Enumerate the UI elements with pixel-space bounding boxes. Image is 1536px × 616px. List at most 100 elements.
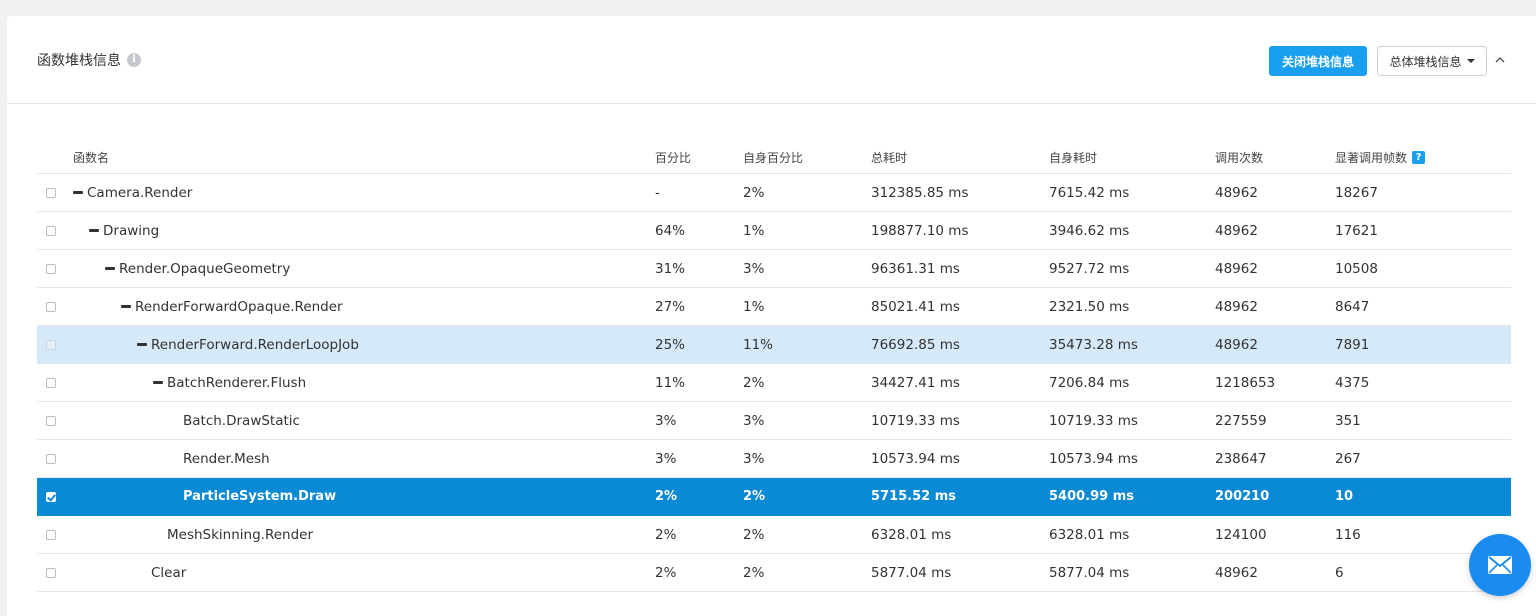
total-time-cell: 5715.52 ms — [871, 489, 957, 504]
stack-scope-dropdown[interactable]: 总体堆栈信息 — [1377, 46, 1487, 76]
percent-cell: 2% — [655, 489, 678, 504]
column-header-percent: 百分比 — [655, 150, 692, 165]
table-row[interactable]: Drawing 64% 1% 198877.10 ms 3946.62 ms 48962 1… — [37, 212, 1511, 250]
frames-cell: 116 — [1335, 526, 1361, 543]
row-checkbox[interactable] — [46, 415, 56, 426]
self-time-cell: 3946.62 ms — [1049, 222, 1130, 239]
self-time-cell: 5877.04 ms — [1049, 564, 1130, 581]
function-name: Clear — [151, 564, 187, 581]
percent-cell: 3% — [655, 450, 677, 467]
self-percent-cell: 3% — [743, 412, 765, 429]
calls-cell: 48962 — [1215, 222, 1258, 239]
table-row[interactable]: Camera.Render - 2% 312385.85 ms 7615.42 ms 48… — [37, 174, 1511, 212]
self-time-cell: 10719.33 ms — [1049, 412, 1138, 429]
total-time-cell: 85021.41 ms — [871, 298, 960, 315]
percent-cell: 11% — [655, 374, 686, 391]
info-icon[interactable]: i — [127, 53, 141, 67]
question-icon[interactable]: ? — [1412, 150, 1426, 164]
column-header-total-time: 总耗时 — [871, 150, 908, 165]
calls-cell: 48962 — [1215, 298, 1258, 315]
function-name: Camera.Render — [87, 184, 193, 201]
self-percent-cell: 11% — [743, 336, 774, 353]
percent-cell: 3% — [655, 412, 677, 429]
function-name-cell: BatchRenderer.Flush — [73, 364, 713, 401]
self-time-cell: 2321.50 ms — [1049, 298, 1130, 315]
row-checkbox[interactable] — [46, 377, 56, 388]
row-checkbox-cell — [46, 364, 62, 401]
row-checkbox-cell — [46, 326, 62, 363]
total-time-cell: 5877.04 ms — [871, 564, 952, 581]
row-checkbox[interactable] — [46, 187, 56, 198]
calls-cell: 124100 — [1215, 526, 1267, 543]
close-stack-button[interactable]: 关闭堆栈信息 — [1269, 46, 1367, 76]
percent-cell: - — [655, 184, 660, 201]
collapse-minus-icon[interactable] — [137, 343, 147, 346]
row-checkbox[interactable] — [46, 529, 56, 540]
table-row[interactable]: RenderForward.RenderLoopJob 25% 11% 76692.8… — [37, 326, 1511, 364]
percent-cell: 2% — [655, 526, 677, 543]
self-percent-cell: 2% — [743, 489, 766, 504]
row-checkbox[interactable] — [46, 263, 56, 274]
row-checkbox[interactable] — [46, 567, 56, 578]
function-name-cell: MeshSkinning.Render — [73, 516, 727, 553]
self-time-cell: 5400.99 ms — [1049, 489, 1135, 504]
calls-cell: 227559 — [1215, 412, 1267, 429]
row-checkbox-cell — [46, 250, 62, 287]
column-header-self-time: 自身耗时 — [1049, 150, 1098, 165]
function-name-cell: Clear — [73, 554, 711, 591]
frames-cell: 4375 — [1335, 374, 1370, 391]
total-time-cell: 34427.41 ms — [871, 374, 960, 391]
self-time-cell: 35473.28 ms — [1049, 336, 1138, 353]
frames-cell: 6 — [1335, 564, 1344, 581]
total-time-cell: 76692.85 ms — [871, 336, 960, 353]
calls-cell: 48962 — [1215, 260, 1258, 277]
contact-button[interactable] — [1469, 534, 1531, 596]
self-percent-cell: 1% — [743, 298, 765, 315]
total-time-cell: 10573.94 ms — [871, 450, 960, 467]
collapse-minus-icon[interactable] — [153, 381, 163, 384]
function-name-cell: Camera.Render — [73, 174, 633, 211]
stack-table: 函数名 百分比 自身百分比 总耗时 自身耗时 调用次数 显著调用帧数 ? Cam… — [37, 141, 1511, 592]
row-checkbox[interactable] — [46, 301, 56, 312]
calls-cell: 1218653 — [1215, 374, 1276, 391]
collapse-minus-icon[interactable] — [73, 191, 83, 194]
table-row[interactable]: Clear 2% 2% 5877.04 ms 5877.04 ms 48962 6 — [37, 554, 1511, 592]
stack-scope-label: 总体堆栈信息 — [1389, 54, 1462, 69]
mail-icon — [1488, 556, 1512, 574]
table-header: 函数名 百分比 自身百分比 总耗时 自身耗时 调用次数 显著调用帧数 ? — [37, 141, 1511, 174]
function-name-cell: ParticleSystem.Draw — [73, 478, 743, 515]
chevron-up-icon[interactable] — [1493, 53, 1507, 67]
percent-cell: 31% — [655, 260, 686, 277]
function-name: RenderForward.RenderLoopJob — [151, 336, 359, 353]
table-row[interactable]: MeshSkinning.Render 2% 2% 6328.01 ms 6328.01… — [37, 516, 1511, 554]
frames-cell: 351 — [1335, 412, 1361, 429]
collapse-minus-icon[interactable] — [89, 229, 99, 232]
table-row[interactable]: Batch.DrawStatic 3% 3% 10719.33 ms 10719.33 … — [37, 402, 1511, 440]
panel-header: 函数堆栈信息 i 关闭堆栈信息 总体堆栈信息 — [7, 16, 1536, 104]
frames-cell: 267 — [1335, 450, 1361, 467]
row-checkbox-cell — [46, 554, 62, 591]
row-checkbox[interactable] — [46, 491, 56, 502]
table-row[interactable]: ParticleSystem.Draw 2% 2% 5715.52 ms 5400.99… — [37, 478, 1511, 516]
row-checkbox[interactable] — [46, 339, 56, 350]
calls-cell: 48962 — [1215, 184, 1258, 201]
table-row[interactable]: Render.Mesh 3% 3% 10573.94 ms 10573.94 ms 238… — [37, 440, 1511, 478]
percent-cell: 2% — [655, 564, 677, 581]
table-row[interactable]: Render.OpaqueGeometry 31% 3% 96361.31 ms 952… — [37, 250, 1511, 288]
self-time-cell: 7615.42 ms — [1049, 184, 1130, 201]
function-name-cell: Batch.DrawStatic — [73, 402, 743, 439]
function-name-cell: RenderForwardOpaque.Render — [73, 288, 681, 325]
self-percent-cell: 3% — [743, 450, 765, 467]
self-percent-cell: 2% — [743, 526, 765, 543]
row-checkbox-cell — [46, 478, 62, 515]
frames-cell: 8647 — [1335, 298, 1370, 315]
table-row[interactable]: RenderForwardOpaque.Render 27% 1% 85021.41 … — [37, 288, 1511, 326]
row-checkbox[interactable] — [46, 225, 56, 236]
table-row[interactable]: BatchRenderer.Flush 11% 2% 34427.41 ms 7206.… — [37, 364, 1511, 402]
collapse-minus-icon[interactable] — [105, 267, 115, 270]
row-checkbox-cell — [46, 402, 62, 439]
row-checkbox[interactable] — [46, 453, 56, 464]
column-header-name: 函数名 — [73, 150, 110, 165]
collapse-minus-icon[interactable] — [121, 305, 131, 308]
row-checkbox-cell — [46, 440, 62, 477]
